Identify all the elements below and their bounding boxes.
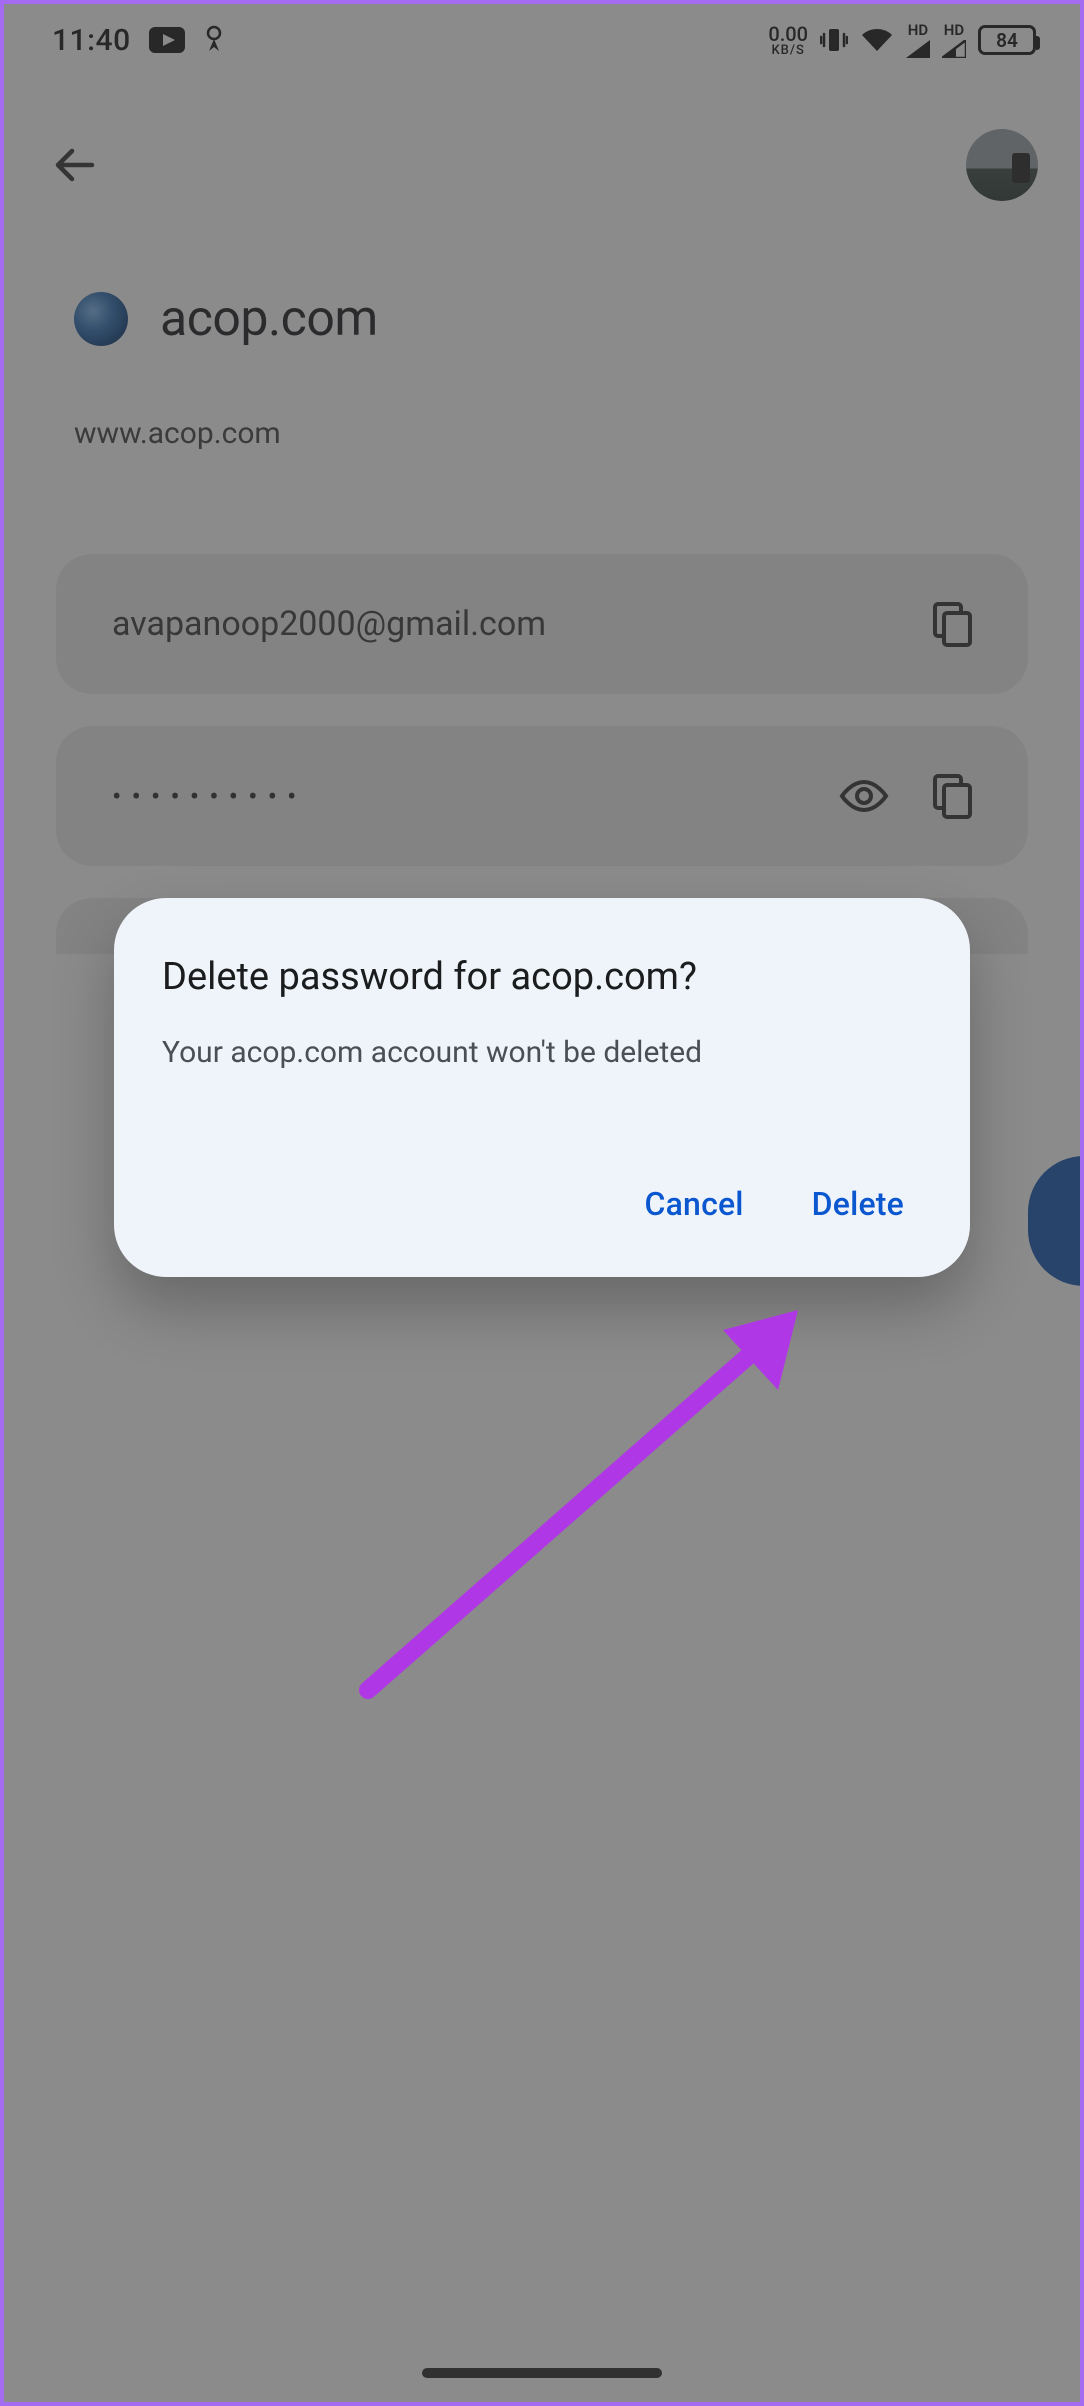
delete-button[interactable]: Delete (812, 1185, 904, 1223)
cancel-button[interactable]: Cancel (645, 1185, 744, 1223)
dialog-actions: Cancel Delete (162, 1185, 922, 1241)
delete-password-dialog: Delete password for acop.com? Your acop.… (114, 898, 970, 1277)
dialog-body: Your acop.com account won't be deleted (162, 1031, 922, 1075)
dialog-title: Delete password for acop.com? (162, 952, 922, 1003)
